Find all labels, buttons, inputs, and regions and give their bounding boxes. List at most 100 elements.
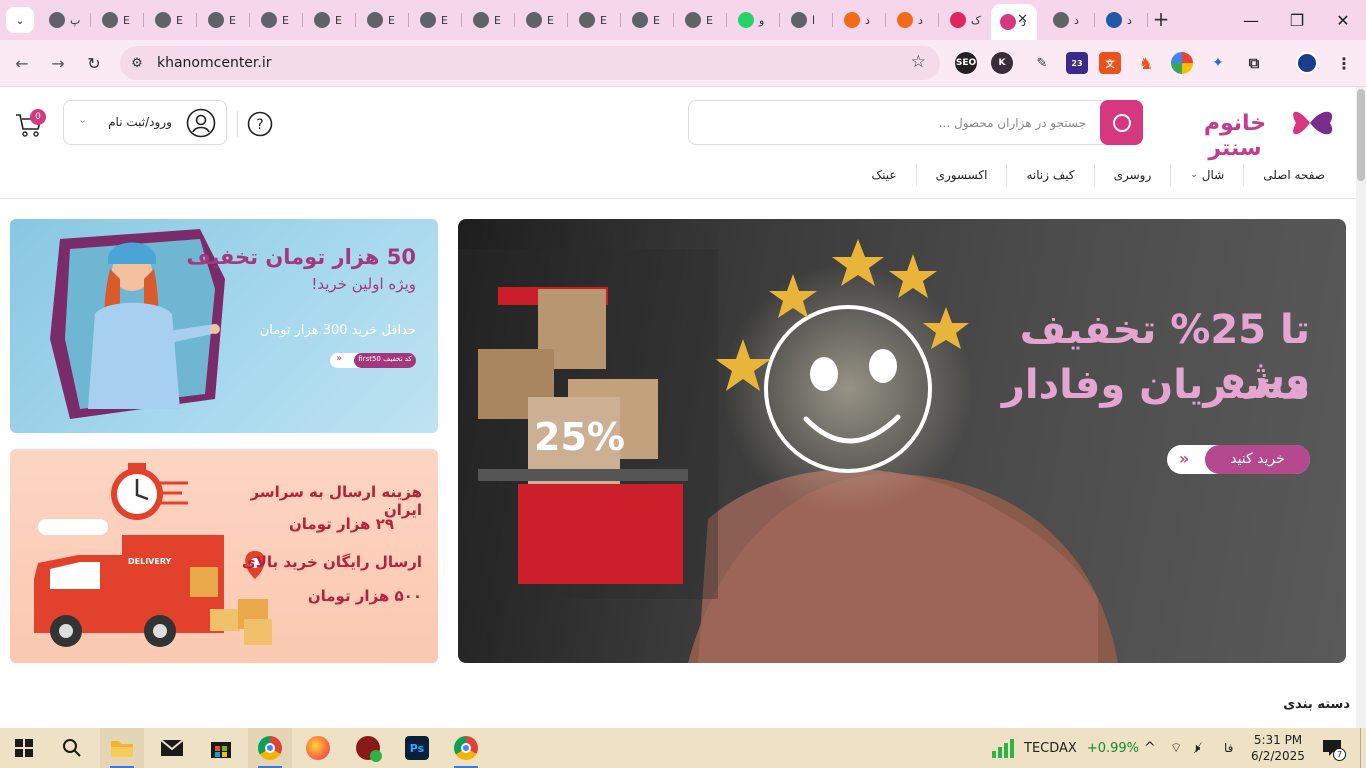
chrome-profile-button[interactable] (444, 728, 488, 768)
globe-icon (208, 12, 224, 28)
browser-tab[interactable]: E (305, 6, 356, 34)
pin-extension-icon[interactable]: ✦ (1207, 52, 1229, 74)
clock[interactable]: 5:31 PM 6/2/2025 (1250, 728, 1306, 768)
fox-extension-icon[interactable]: ♞ (1135, 52, 1157, 74)
page-scrollbar[interactable] (1356, 87, 1366, 728)
tab-separator (461, 13, 462, 27)
hero-cta-button[interactable]: خرید کنید » (1167, 445, 1310, 474)
language-indicator[interactable]: فا (1224, 728, 1233, 768)
svg-text:?: ? (256, 117, 263, 133)
volume-muted-icon[interactable]: 🕨̸ (1192, 728, 1200, 768)
restore-button[interactable]: ❐ (1274, 6, 1320, 34)
browser-tab[interactable]: د (835, 6, 886, 34)
browser-tab[interactable]: E (517, 6, 568, 34)
browser-tab[interactable]: پ (40, 6, 91, 34)
shipping-banner[interactable]: DELIVERY هزینه ارسال به سراسر ایران ۲۹ ه… (10, 449, 438, 663)
tab-separator (1094, 13, 1095, 27)
mail-button[interactable] (150, 728, 194, 768)
file-explorer-button[interactable] (100, 728, 144, 768)
close-tab-icon[interactable]: ✕ (1017, 12, 1028, 27)
browser-tab[interactable]: E (676, 6, 727, 34)
menu-item[interactable]: روسری (1093, 164, 1171, 186)
help-icon[interactable]: ? (247, 111, 273, 137)
photoshop-icon: Ps (405, 736, 429, 760)
chevron-down-icon: ⌄ (1190, 170, 1198, 180)
browser-tab[interactable]: د (1044, 6, 1095, 34)
profile-avatar-icon[interactable] (1296, 52, 1318, 74)
hero-banner[interactable]: 25% تا 25% تخفیف ویژه مشتریان وفادار خری… (458, 219, 1346, 663)
back-button[interactable]: ← (10, 51, 34, 75)
more-menu-icon[interactable]: ⋮ (1333, 52, 1355, 74)
menu-item[interactable]: عینک (852, 164, 915, 186)
menu-item[interactable]: صفحه اصلی (1243, 164, 1344, 186)
store-button[interactable] (199, 728, 243, 768)
translate-extension-icon[interactable]: 文 (1099, 52, 1121, 74)
bookmark-star-icon[interactable]: ☆ (911, 52, 926, 72)
site-info-icon[interactable]: ⚙ (128, 54, 146, 72)
browser-tab[interactable]: د ✕ (991, 4, 1037, 40)
tab-separator (567, 13, 568, 27)
vpn-app-button[interactable] (346, 728, 390, 768)
notifications-button[interactable]: 7 (1322, 728, 1346, 768)
new-tab-button[interactable]: + (1150, 7, 1172, 31)
browser-tab[interactable]: ک (941, 6, 992, 34)
browser-tab[interactable]: E (252, 6, 303, 34)
menu-item[interactable]: اکسسوری (915, 164, 1007, 186)
menu-item[interactable]: ⌄ شال (1170, 164, 1243, 186)
tab-title: E (706, 13, 713, 27)
tab-search-button[interactable]: ⌄ (6, 7, 34, 33)
site-logo[interactable]: خانوم سنتر (1180, 103, 1340, 161)
show-hidden-icons[interactable]: ^ (1144, 728, 1156, 768)
stock-widget[interactable]: TECDAX +0.99% (990, 728, 1139, 768)
browser-tab[interactable]: ا (782, 6, 833, 34)
login-button[interactable]: ⌄ ورود/ثبت نام (63, 100, 227, 145)
url-text: khanomcenter.ir (157, 55, 272, 71)
search-taskbar-button[interactable] (50, 728, 94, 768)
browser-tab[interactable]: E (358, 6, 409, 34)
menu-item-label: عینک (871, 168, 897, 182)
chevron-down-icon: ⌄ (78, 113, 88, 126)
pen-extension-icon[interactable]: ✎ (1031, 52, 1053, 74)
browser-tab[interactable]: E (146, 6, 197, 34)
reload-button[interactable]: ↻ (82, 51, 106, 75)
tab-separator (249, 13, 250, 27)
browser-tab[interactable]: E (464, 6, 515, 34)
browser-tab[interactable]: E (623, 6, 674, 34)
tab-separator (514, 13, 515, 27)
k-extension-icon[interactable]: K (991, 52, 1013, 74)
start-button[interactable] (2, 728, 46, 768)
photoshop-button[interactable]: Ps (395, 728, 439, 768)
browser-tab[interactable]: E (93, 6, 144, 34)
discount-minimum: حداقل خرید 300 هزار تومان (259, 323, 416, 338)
scrollbar-thumb[interactable] (1357, 89, 1365, 181)
browser-tab[interactable]: و (729, 6, 780, 34)
wifi-icon[interactable]: ⌔ (1170, 728, 1182, 768)
address-bar[interactable]: ⚙ khanomcenter.ir ☆ (120, 46, 940, 80)
search-icon (63, 739, 81, 757)
puzzle-icon[interactable]: ⧉ (1243, 52, 1265, 74)
site-header: خانوم سنتر ? ⌄ ورود/ثبت نام (0, 87, 1356, 199)
show-desktop-divider[interactable] (1360, 728, 1361, 768)
forward-button[interactable]: → (46, 51, 70, 75)
browser-tab[interactable]: E (199, 6, 250, 34)
minimize-button[interactable]: — (1228, 6, 1274, 34)
tab-separator (90, 13, 91, 27)
color-extension-icon[interactable] (1171, 52, 1193, 74)
cap-extension-icon[interactable]: 23 (1066, 52, 1088, 74)
windows-logo-icon (15, 739, 33, 757)
search-input[interactable] (697, 107, 1092, 138)
discount-banner[interactable]: 50 هزار تومان تخفیف ویژه اولین خرید! حدا… (10, 219, 438, 433)
browser-tab[interactable]: E (411, 6, 462, 34)
menu-item[interactable]: کیف زنانه (1006, 164, 1093, 186)
search-button[interactable] (1100, 100, 1143, 145)
chrome-button[interactable] (248, 728, 292, 768)
seo-extension-icon[interactable]: SEO (955, 52, 977, 74)
close-window-button[interactable]: ✕ (1320, 6, 1366, 34)
browser-tab[interactable]: د (1097, 6, 1148, 34)
firefox-button[interactable] (296, 728, 340, 768)
browser-tab[interactable]: د (888, 6, 939, 34)
shipping-line-3: ارسال رایگان خرید بالای (241, 553, 422, 571)
whatsapp-icon (738, 12, 754, 28)
browser-tab[interactable]: E (570, 6, 621, 34)
tab-separator (832, 13, 833, 27)
